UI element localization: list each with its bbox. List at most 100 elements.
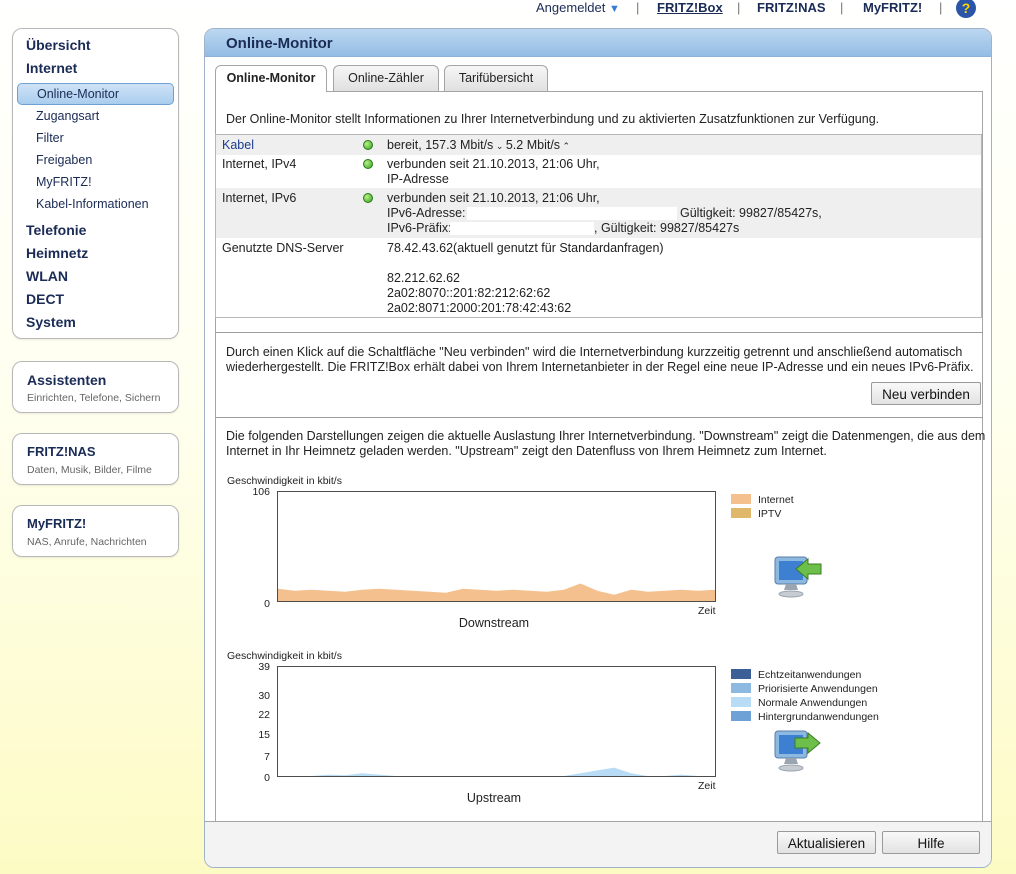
table-row: Internet, IPv4 verbunden seit 21.10.2013…: [216, 155, 981, 188]
downstream-title: Downstream: [458, 616, 530, 630]
dns-label: Genutzte DNS-Server: [222, 241, 344, 255]
nav-telefonie[interactable]: Telefonie: [26, 222, 86, 238]
divider: |: [737, 0, 741, 15]
y-tick-label: 22: [258, 709, 270, 721]
ipv6-prefix-label: IPv6-Präfix:: [387, 221, 452, 235]
y-tick-label: 7: [264, 751, 270, 763]
nav-wlan[interactable]: WLAN: [26, 268, 68, 284]
nav-dect[interactable]: DECT: [26, 291, 64, 307]
top-bar: Angemeldet ▼ | FRITZ!Box | FRITZ!NAS | M…: [480, 0, 986, 18]
legend-item: Hintergrundanwendungen: [731, 711, 879, 723]
legend-item: Internet: [731, 494, 794, 506]
nav-freigaben[interactable]: Freigaben: [36, 153, 92, 167]
legend-label: Normale Anwendungen: [758, 697, 868, 709]
upstream-title: Upstream: [466, 791, 522, 805]
main-navigation: Übersicht Internet Online-Monitor Zugang…: [12, 28, 179, 339]
legend-swatch: [731, 683, 751, 693]
upstream-x-axis-label: Zeit: [698, 780, 716, 792]
kabel-down-value: bereit, 157.3 Mbit/s: [387, 138, 494, 152]
y-tick-label: 106: [252, 486, 270, 498]
help-icon[interactable]: ?: [956, 0, 976, 18]
ipv4-line1: verbunden seit 21.10.2013, 21:06 Uhr,: [387, 157, 600, 171]
table-row: Genutzte DNS-Server 78.42.43.62(aktuell …: [216, 238, 981, 318]
series-area: [278, 767, 715, 776]
chevron-down-icon: ⌄: [493, 141, 506, 151]
legend-item: IPTV: [731, 508, 781, 520]
y-tick-label: 0: [264, 772, 270, 784]
downstream-plot: [278, 583, 715, 601]
dns-server: 82.212.62.62: [387, 271, 460, 285]
nav-link-myfritz[interactable]: MyFRITZ!: [863, 0, 922, 15]
tab-online-monitor[interactable]: Online-Monitor: [215, 65, 327, 92]
y-tick-label: 15: [258, 729, 270, 741]
fritznas-title: FRITZ!NAS: [27, 444, 96, 459]
ipv4-label: Internet, IPv4: [222, 157, 297, 171]
redacted-field: [450, 222, 594, 235]
legend-swatch: [731, 697, 751, 707]
legend-item: Echtzeitanwendungen: [731, 669, 861, 681]
nav-link-fritznas[interactable]: FRITZ!NAS: [757, 0, 826, 15]
legend-label: IPTV: [758, 508, 782, 520]
refresh-button[interactable]: Aktualisieren: [777, 831, 876, 854]
tab-tarifuebersicht[interactable]: Tarifübersicht: [444, 65, 548, 91]
upstream-computer-icon: [774, 730, 821, 772]
tab-content: Der Online-Monitor stellt Informationen …: [215, 91, 985, 859]
myfritz-box[interactable]: MyFRITZ! NAS, Anrufe, Nachrichten: [12, 505, 179, 557]
tab-online-zaehler[interactable]: Online-Zähler: [333, 65, 439, 91]
panel-header: Online-Monitor: [205, 29, 991, 57]
myfritz-title: MyFRITZ!: [27, 516, 87, 531]
ipv6-line1: verbunden seit 21.10.2013, 21:06 Uhr,: [387, 191, 600, 205]
main-panel: Online-Monitor Online-Monitor Online-Zäh…: [204, 28, 992, 868]
y-tick-label: 0: [264, 598, 270, 610]
nav-online-monitor[interactable]: Online-Monitor: [17, 83, 174, 105]
legend-item: Priorisierte Anwendungen: [731, 683, 878, 695]
downstream-plot-area: [277, 491, 716, 602]
myfritz-subtitle: NAS, Anrufe, Nachrichten: [27, 536, 147, 548]
triangle-down-icon: ▼: [609, 3, 620, 15]
fritznas-box[interactable]: FRITZ!NAS Daten, Musik, Bilder, Filme: [12, 433, 179, 485]
y-tick-label: 39: [258, 661, 270, 673]
dns-server: 2a02:8070::201:82:212:62:62: [387, 286, 551, 300]
status-ok-icon: [363, 159, 373, 169]
kabel-link[interactable]: Kabel: [222, 138, 254, 152]
nav-system[interactable]: System: [26, 314, 76, 330]
ipv6-label: Internet, IPv6: [222, 191, 297, 205]
divider: [216, 417, 983, 418]
fritznas-subtitle: Daten, Musik, Bilder, Filme: [27, 464, 152, 476]
assistants-box[interactable]: Assistenten Einrichten, Telefone, Sicher…: [12, 361, 179, 413]
redacted-field: [467, 207, 677, 220]
nav-kabel-informationen[interactable]: Kabel-Informationen: [36, 197, 149, 211]
ipv6-address-validity: Gültigkeit: 99827/85427s,: [680, 206, 822, 220]
nav-filter[interactable]: Filter: [36, 131, 64, 145]
nav-zugangsart[interactable]: Zugangsart: [36, 109, 99, 123]
status-ok-icon: [363, 140, 373, 150]
legend-swatch: [731, 494, 751, 504]
ipv6-prefix-validity: , Gültigkeit: 99827/85427s: [594, 221, 740, 235]
page-title: Online-Monitor: [226, 35, 333, 52]
assistants-title: Assistenten: [27, 372, 107, 388]
table-row: Kabel bereit, 157.3 Mbit/s ⌄ 5.2 Mbit/s …: [216, 135, 981, 155]
dns-server: 2a02:8071:2000:201:78:42:43:62: [387, 301, 572, 315]
legend-swatch: [731, 669, 751, 679]
upstream-plot: [278, 767, 715, 776]
nav-link-fritzbox[interactable]: FRITZ!Box: [657, 0, 723, 15]
assistants-subtitle: Einrichten, Telefone, Sichern: [27, 392, 161, 404]
dns-primary: 78.42.43.62(aktuell genutzt für Standard…: [387, 241, 664, 255]
legend-label: Internet: [758, 494, 794, 506]
kabel-up-value: 5.2 Mbit/s: [505, 138, 561, 152]
nav-overview[interactable]: Übersicht: [26, 37, 91, 53]
divider: |: [840, 0, 844, 15]
nav-internet[interactable]: Internet: [26, 60, 77, 76]
status-table: Kabel bereit, 157.3 Mbit/s ⌄ 5.2 Mbit/s …: [215, 134, 982, 318]
chevron-up-icon: ⌃: [560, 141, 571, 151]
nav-myfritz[interactable]: MyFRITZ!: [36, 175, 92, 189]
login-menu[interactable]: Angemeldet ▼: [536, 0, 620, 15]
help-button[interactable]: Hilfe: [882, 831, 980, 854]
downstream-x-axis-label: Zeit: [698, 605, 716, 617]
nav-heimnetz[interactable]: Heimnetz: [26, 245, 88, 261]
reconnect-button[interactable]: Neu verbinden: [871, 382, 981, 405]
nav-online-monitor-label: Online-Monitor: [37, 87, 119, 101]
login-label: Angemeldet: [536, 0, 606, 15]
divider: |: [939, 0, 943, 15]
status-ok-icon: [363, 193, 373, 203]
